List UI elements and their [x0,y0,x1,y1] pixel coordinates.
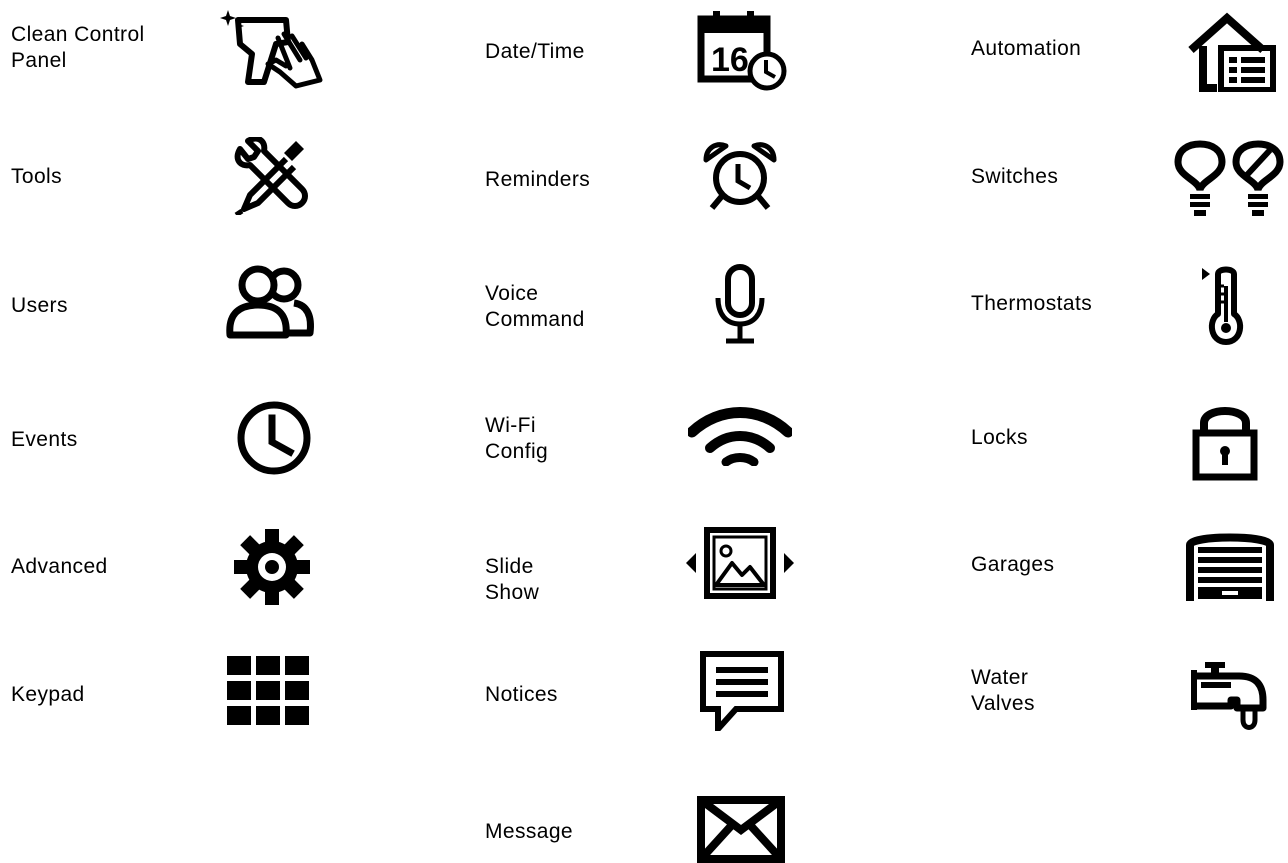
water-valve-icon[interactable] [1187,660,1271,736]
lightbulbs-icon[interactable] [1172,140,1286,220]
tools-icon[interactable] [232,137,308,215]
alarm-clock-icon[interactable] [702,140,778,212]
wifi-icon[interactable] [688,404,792,466]
home-automation-icon[interactable] [1187,12,1277,92]
calendar-clock-icon[interactable]: 16 [697,11,787,91]
garage-door-icon[interactable] [1186,531,1274,603]
calendar-day-text: 16 [711,41,749,79]
menu-item-label: Tools [11,165,63,188]
menu-item-label: Wi-Fi Config [485,414,549,463]
envelope-icon[interactable] [697,796,785,863]
slideshow-icon[interactable] [686,527,794,599]
menu-item-label: Water Valves [971,666,1035,715]
thermometer-icon[interactable] [1200,264,1246,346]
menu-item-label: Automation [971,37,1082,60]
menu-item-label: Voice Command [485,282,585,331]
menu-item-label: Locks [971,426,1028,449]
keypad-grid-icon[interactable] [227,656,309,726]
padlock-icon[interactable] [1192,399,1258,481]
menu-item-label: Slide Show [485,555,540,604]
menu-item-label: Users [11,294,68,317]
clock-icon[interactable] [236,400,312,476]
menu-item-label: Garages [971,553,1055,576]
menu-item-label: Advanced [11,555,108,578]
menu-item-label: Events [11,428,78,451]
clean-hand-icon[interactable] [218,8,330,90]
gear-icon[interactable] [232,528,312,606]
menu-item-label: Keypad [11,683,85,706]
menu-item-label: Clean Control Panel [11,23,145,72]
notice-icon[interactable] [700,651,784,731]
menu-item-label: Message [485,820,574,843]
menu-item-label: Notices [485,683,558,706]
users-icon[interactable] [224,263,318,341]
menu-item-label: Reminders [485,168,591,191]
menu-item-label: Date/Time [485,40,585,63]
microphone-icon[interactable] [712,264,768,344]
menu-item-label: Switches [971,165,1059,188]
menu-item-label: Thermostats [971,292,1093,315]
